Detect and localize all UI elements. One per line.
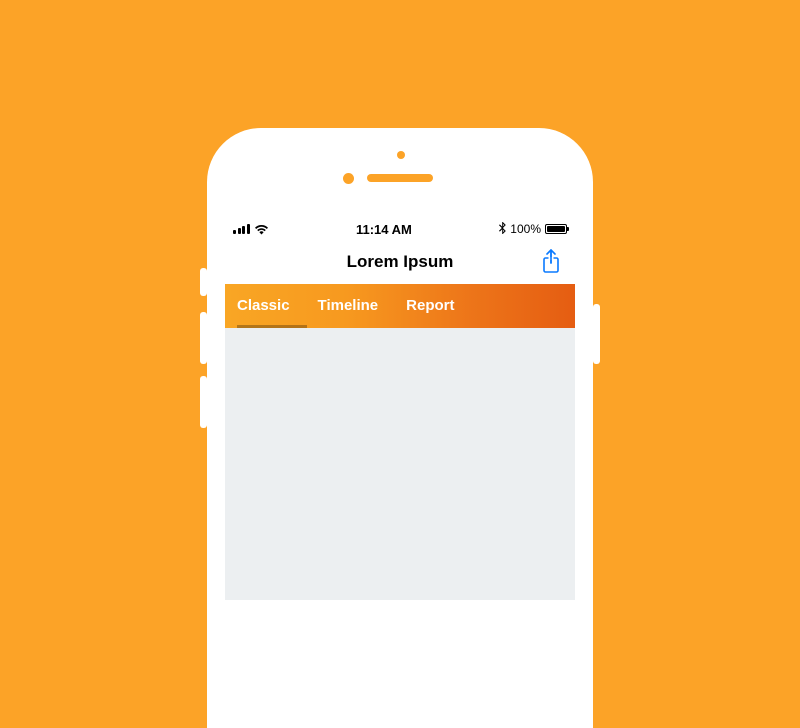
phone-camera-dot [343,173,354,184]
nav-bar: Lorem Ipsum [225,240,575,284]
wifi-icon [254,224,269,235]
tab-active-indicator [237,325,307,328]
battery-percent: 100% [510,222,541,236]
phone-side-button [200,312,207,364]
phone-screen: 11:14 AM 100% Lorem Ipsum Classic Timel [225,218,575,600]
battery-icon [545,224,567,234]
phone-speaker [367,174,433,182]
bluetooth-icon [499,222,506,237]
phone-side-button [593,304,600,364]
status-bar: 11:14 AM 100% [225,218,575,240]
page-title: Lorem Ipsum [347,252,454,272]
tab-timeline[interactable]: Timeline [318,284,379,328]
phone-side-button [200,376,207,428]
share-button[interactable] [537,248,565,276]
share-icon [541,249,561,275]
phone-side-button [200,268,207,296]
phone-sensor-dot [397,151,405,159]
content-area [225,328,575,600]
tab-bar: Classic Timeline Report [225,284,575,328]
tab-classic[interactable]: Classic [237,284,290,328]
tab-report[interactable]: Report [406,284,454,328]
cellular-signal-icon [233,224,250,234]
status-time: 11:14 AM [356,222,412,237]
